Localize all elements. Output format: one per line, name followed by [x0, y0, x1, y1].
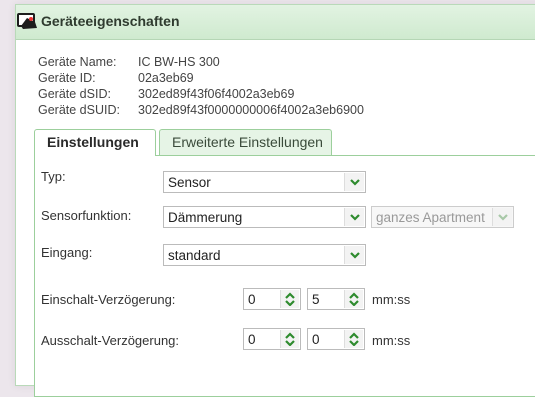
device-info: Geräte Name: IC BW-HS 300 Geräte ID: 02a3e… — [38, 54, 364, 118]
settings-panel: Typ: Sensor Sensorfunktion: Dämmerung ga… — [34, 155, 535, 397]
sensorfunktion-select[interactable]: Dämmerung — [163, 206, 366, 228]
spinner-arrows-icon[interactable] — [344, 290, 363, 308]
scope-select: ganzes Apartment — [371, 206, 514, 228]
device-properties-dialog: Geräteeigenschaften x Geräte Name: IC BW-… — [15, 4, 535, 397]
typ-value: Sensor — [168, 175, 211, 190]
device-dsid-value: 302ed89f43f06f4002a3eb69 — [138, 87, 295, 101]
einschalt-minutes-value: 0 — [248, 292, 256, 307]
ausschalt-minutes-input[interactable]: 0 — [243, 328, 301, 350]
einschalt-label: Einschalt-Verzögerung: — [41, 292, 176, 307]
einschalt-minutes-input[interactable]: 0 — [243, 288, 301, 310]
tab-erweiterte-einstellungen[interactable]: Erweiterte Einstellungen — [159, 129, 332, 155]
einschalt-seconds-input[interactable]: 5 — [307, 288, 365, 310]
device-dsuid-label: Geräte dSUID: — [38, 103, 120, 117]
device-name-value: IC BW-HS 300 — [138, 55, 220, 69]
device-properties-icon — [17, 12, 39, 30]
ausschalt-seconds-value: 0 — [312, 332, 320, 347]
ausschalt-seconds-input[interactable]: 0 — [307, 328, 365, 350]
title-bar[interactable]: Geräteeigenschaften x — [16, 5, 535, 40]
ausschalt-unit: mm:ss — [372, 333, 411, 348]
device-id-value: 02a3eb69 — [138, 71, 194, 85]
info-row-id: Geräte ID: 02a3eb69 — [38, 70, 364, 86]
sensorfunktion-label: Sensorfunktion: — [41, 208, 132, 223]
ausschalt-minutes-value: 0 — [248, 332, 256, 347]
info-row-name: Geräte Name: IC BW-HS 300 — [38, 54, 364, 70]
einschalt-unit: mm:ss — [372, 292, 411, 307]
eingang-value: standard — [168, 248, 221, 263]
einschalt-seconds-value: 5 — [312, 292, 320, 307]
spinner-arrows-icon[interactable] — [344, 330, 363, 348]
window-title: Geräteeigenschaften — [41, 13, 180, 29]
chevron-down-icon — [492, 208, 512, 226]
scope-value: ganzes Apartment — [376, 210, 485, 225]
typ-label: Typ: — [41, 169, 66, 184]
info-row-dsid: Geräte dSID: 302ed89f43f06f4002a3eb69 — [38, 86, 364, 102]
eingang-select[interactable]: standard — [163, 244, 366, 266]
ausschalt-label: Ausschalt-Verzögerung: — [41, 333, 180, 348]
device-dsid-label: Geräte dSID: — [38, 87, 111, 101]
typ-select[interactable]: Sensor — [163, 171, 366, 193]
device-dsuid-value: 302ed89f43f0000000006f4002a3eb6900 — [138, 103, 364, 117]
sensorfunktion-value: Dämmerung — [168, 210, 243, 225]
chevron-down-icon[interactable] — [344, 173, 364, 191]
spinner-arrows-icon[interactable] — [280, 330, 299, 348]
device-id-label: Geräte ID: — [38, 71, 96, 85]
tab-einstellungen[interactable]: Einstellungen — [34, 129, 156, 156]
device-name-label: Geräte Name: — [38, 55, 117, 69]
chevron-down-icon[interactable] — [344, 208, 364, 226]
spinner-arrows-icon[interactable] — [280, 290, 299, 308]
eingang-label: Eingang: — [41, 245, 93, 260]
chevron-down-icon[interactable] — [344, 246, 364, 264]
info-row-dsuid: Geräte dSUID: 302ed89f43f0000000006f4002a… — [38, 102, 364, 118]
